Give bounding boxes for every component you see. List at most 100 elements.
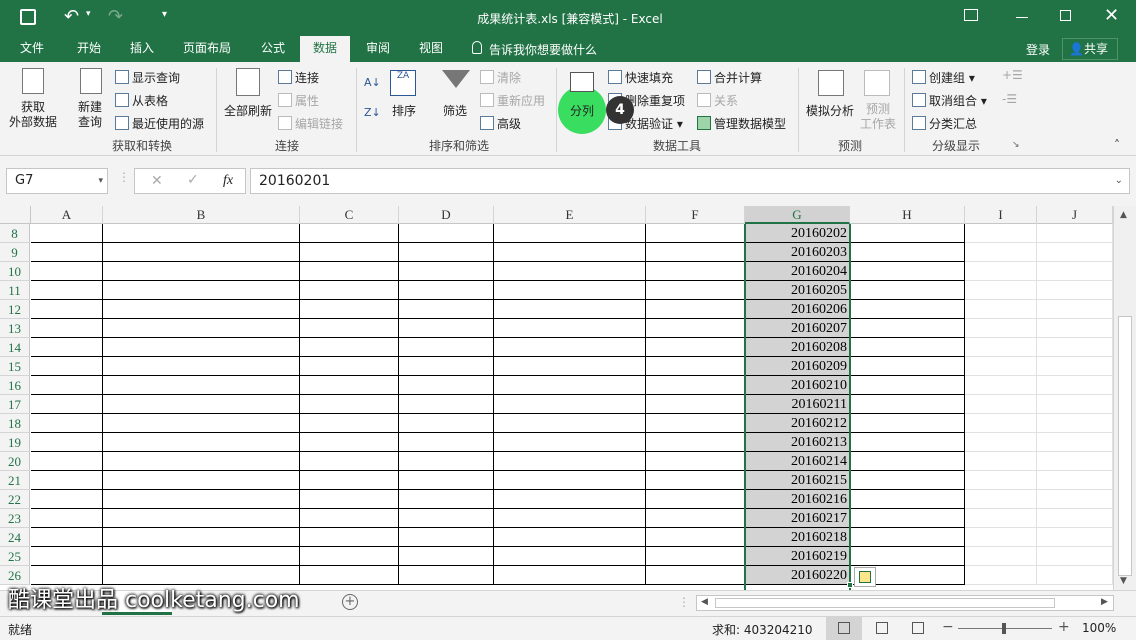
column-header-c[interactable]: C bbox=[300, 206, 399, 224]
cell-f[interactable] bbox=[646, 433, 745, 452]
cell-j[interactable] bbox=[1037, 357, 1113, 376]
cell-f[interactable] bbox=[646, 224, 745, 243]
tab-review[interactable]: 审阅 bbox=[354, 36, 402, 62]
cancel-icon[interactable]: ✕ bbox=[151, 173, 163, 189]
cell-f[interactable] bbox=[646, 281, 745, 300]
cell-i[interactable] bbox=[965, 414, 1037, 433]
recent-sources-button[interactable]: 最近使用的源 bbox=[115, 115, 204, 132]
normal-view-icon[interactable] bbox=[826, 617, 862, 640]
name-box-dropdown-icon[interactable]: ▾ bbox=[98, 169, 103, 193]
cell-f[interactable] bbox=[646, 490, 745, 509]
cell-h[interactable] bbox=[850, 414, 965, 433]
cell-b[interactable] bbox=[103, 471, 300, 490]
row-header[interactable]: 20 bbox=[0, 452, 30, 471]
cell-h[interactable] bbox=[850, 357, 965, 376]
cell-e[interactable] bbox=[494, 528, 646, 547]
cell-e[interactable] bbox=[494, 300, 646, 319]
cell-e[interactable] bbox=[494, 395, 646, 414]
row-header[interactable]: 15 bbox=[0, 357, 30, 376]
tab-formulas[interactable]: 公式 bbox=[250, 36, 296, 62]
cell-a[interactable] bbox=[31, 471, 103, 490]
row-header[interactable]: 16 bbox=[0, 376, 30, 395]
scroll-thumb[interactable] bbox=[1118, 316, 1132, 576]
row-header[interactable]: 17 bbox=[0, 395, 30, 414]
cell-h[interactable] bbox=[850, 224, 965, 243]
tab-insert[interactable]: 插入 bbox=[118, 36, 166, 62]
cell-b[interactable] bbox=[103, 281, 300, 300]
cell-i[interactable] bbox=[965, 262, 1037, 281]
row-header[interactable]: 23 bbox=[0, 509, 30, 528]
cell-b[interactable] bbox=[103, 319, 300, 338]
cell-f[interactable] bbox=[646, 319, 745, 338]
vertical-scrollbar[interactable]: ▲ ▼ bbox=[1113, 206, 1136, 590]
cell-a[interactable] bbox=[31, 357, 103, 376]
cell-e[interactable] bbox=[494, 547, 646, 566]
show-detail-icon[interactable]: +☰ bbox=[1002, 68, 1023, 82]
column-header-g[interactable]: G bbox=[745, 206, 850, 224]
cell-d[interactable] bbox=[399, 243, 494, 262]
cell-i[interactable] bbox=[965, 319, 1037, 338]
ribbon-display-icon[interactable] bbox=[964, 9, 978, 21]
subtotal-button[interactable]: 分类汇总 bbox=[912, 115, 977, 132]
cell-a[interactable] bbox=[31, 395, 103, 414]
cell-a[interactable] bbox=[31, 224, 103, 243]
cell-i[interactable] bbox=[965, 224, 1037, 243]
cell-f[interactable] bbox=[646, 395, 745, 414]
cell-a[interactable] bbox=[31, 509, 103, 528]
column-header-e[interactable]: E bbox=[494, 206, 646, 224]
cell-f[interactable] bbox=[646, 471, 745, 490]
cell-i[interactable] bbox=[965, 509, 1037, 528]
tab-data[interactable]: 数据 bbox=[300, 36, 350, 62]
cell-d[interactable] bbox=[399, 281, 494, 300]
what-if-analysis-button[interactable]: 模拟分析 bbox=[806, 102, 854, 119]
row-header[interactable]: 8 bbox=[0, 224, 30, 243]
scroll-left-arrow-icon[interactable]: ◀ bbox=[701, 597, 708, 607]
cell-e[interactable] bbox=[494, 319, 646, 338]
refresh-all-button[interactable]: 全部刷新 bbox=[224, 102, 272, 119]
cell-h[interactable] bbox=[850, 452, 965, 471]
flash-fill-button[interactable]: 快速填充 bbox=[608, 69, 673, 86]
cell-a[interactable] bbox=[31, 433, 103, 452]
row-header[interactable]: 18 bbox=[0, 414, 30, 433]
cell-j[interactable] bbox=[1037, 528, 1113, 547]
row-header[interactable]: 9 bbox=[0, 243, 30, 262]
quick-analysis-button[interactable] bbox=[854, 567, 876, 587]
row-header[interactable]: 21 bbox=[0, 471, 30, 490]
row-header[interactable]: 13 bbox=[0, 319, 30, 338]
sort-button[interactable]: 排序 bbox=[392, 102, 416, 119]
cell-f[interactable] bbox=[646, 376, 745, 395]
cell-j[interactable] bbox=[1037, 566, 1113, 585]
cell-i[interactable] bbox=[965, 528, 1037, 547]
cell-h[interactable] bbox=[850, 471, 965, 490]
cell-d[interactable] bbox=[399, 300, 494, 319]
cell-a[interactable] bbox=[31, 490, 103, 509]
cell-j[interactable] bbox=[1037, 452, 1113, 471]
cell-c[interactable] bbox=[300, 490, 399, 509]
row-header[interactable]: 24 bbox=[0, 528, 30, 547]
filter-button[interactable]: 筛选 bbox=[443, 102, 467, 119]
cell-c[interactable] bbox=[300, 452, 399, 471]
redo-icon[interactable]: ↷ bbox=[108, 6, 123, 27]
cell-d[interactable] bbox=[399, 566, 494, 585]
cell-c[interactable] bbox=[300, 528, 399, 547]
insert-function-icon[interactable]: fx bbox=[223, 173, 233, 189]
cell-j[interactable] bbox=[1037, 547, 1113, 566]
cell-j[interactable] bbox=[1037, 414, 1113, 433]
row-header[interactable]: 14 bbox=[0, 338, 30, 357]
cell-j[interactable] bbox=[1037, 395, 1113, 414]
collapse-ribbon-icon[interactable]: ˄ bbox=[1114, 138, 1120, 152]
cell-b[interactable] bbox=[103, 490, 300, 509]
cell-i[interactable] bbox=[965, 300, 1037, 319]
cell-i[interactable] bbox=[965, 357, 1037, 376]
zoom-in-icon[interactable]: + bbox=[1058, 619, 1070, 635]
show-queries-button[interactable]: 显示查询 bbox=[115, 69, 180, 86]
cell-f[interactable] bbox=[646, 528, 745, 547]
cell-i[interactable] bbox=[965, 490, 1037, 509]
cell-b[interactable] bbox=[103, 452, 300, 471]
add-sheet-icon[interactable]: + bbox=[342, 594, 358, 610]
cell-d[interactable] bbox=[399, 414, 494, 433]
cell-c[interactable] bbox=[300, 262, 399, 281]
column-header-h[interactable]: H bbox=[850, 206, 965, 224]
cell-i[interactable] bbox=[965, 243, 1037, 262]
tab-page-layout[interactable]: 页面布局 bbox=[172, 36, 242, 62]
